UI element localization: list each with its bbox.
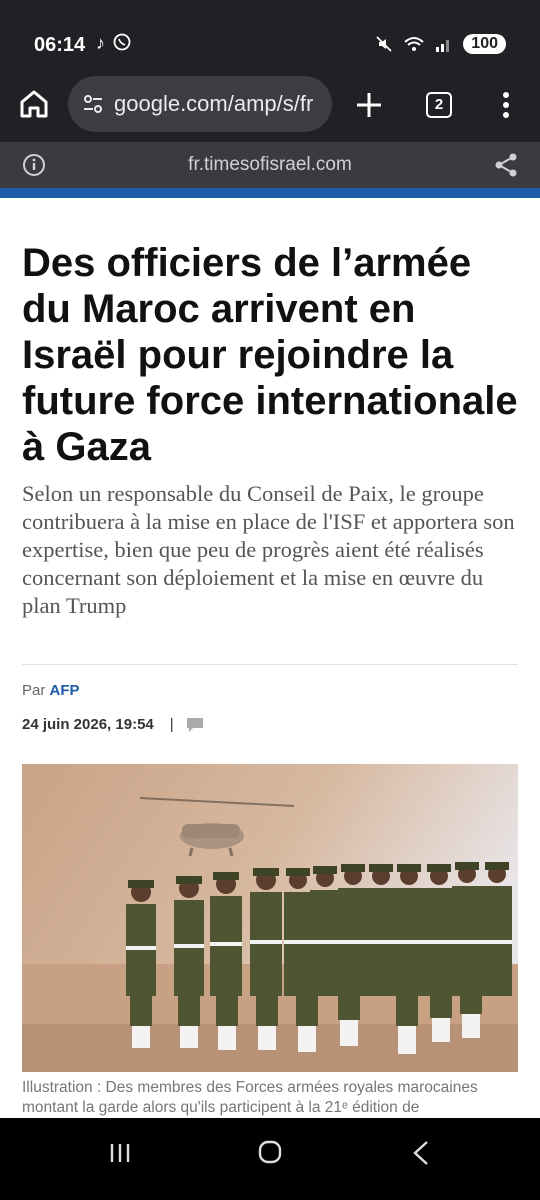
url-text[interactable]: google.com/amp/s/fr bbox=[114, 91, 326, 117]
comment-icon[interactable] bbox=[186, 717, 204, 733]
article: Des officiers de l’armée du Maroc arrive… bbox=[0, 198, 540, 1118]
home-nav-icon[interactable] bbox=[258, 1140, 282, 1164]
recents-icon[interactable] bbox=[108, 1142, 132, 1164]
article-photo bbox=[22, 764, 518, 1072]
battery-level: 100 bbox=[471, 35, 498, 52]
mute-icon bbox=[376, 36, 392, 52]
amp-header: fr.timesofisrael.com bbox=[0, 142, 540, 188]
amp-domain[interactable]: fr.timesofisrael.com bbox=[0, 154, 540, 176]
status-time: 06:14 bbox=[34, 34, 86, 56]
date-separator: | bbox=[169, 716, 174, 733]
tiktok-icon: ♪ bbox=[96, 33, 105, 53]
byline: Par AFP bbox=[22, 682, 80, 699]
article-headline: Des officiers de l’armée du Maroc arrive… bbox=[22, 241, 518, 469]
whatsapp-icon bbox=[113, 33, 131, 51]
browser-toolbar: google.com/amp/s/fr 2 bbox=[0, 68, 540, 142]
wifi-icon bbox=[404, 37, 424, 51]
byline-prefix: Par bbox=[22, 682, 46, 699]
navigation-bar bbox=[0, 1118, 540, 1200]
more-menu-icon[interactable] bbox=[496, 90, 516, 120]
signal-icon bbox=[436, 40, 450, 52]
status-bar: 06:14 ♪ 100 bbox=[0, 0, 540, 68]
new-tab-icon[interactable] bbox=[354, 90, 384, 120]
author-link[interactable]: AFP bbox=[50, 682, 80, 699]
address-bar[interactable]: google.com/amp/s/fr bbox=[68, 76, 332, 132]
tab-switcher-button[interactable]: 2 bbox=[426, 92, 452, 118]
photo-caption: Illustration : Des membres des Forces ar… bbox=[22, 1079, 478, 1116]
battery-icon: 100 bbox=[463, 34, 506, 54]
site-accent-bar bbox=[0, 188, 540, 198]
home-icon[interactable] bbox=[16, 86, 52, 122]
site-settings-icon[interactable] bbox=[82, 93, 104, 115]
dateline: 24 juin 2026, 19:54 | bbox=[22, 716, 204, 733]
divider bbox=[22, 664, 518, 665]
article-subtitle: Selon un responsable du Conseil de Paix,… bbox=[22, 481, 515, 618]
publish-date: 24 juin 2026, 19:54 bbox=[22, 716, 154, 733]
share-icon[interactable] bbox=[494, 152, 518, 178]
back-icon[interactable] bbox=[412, 1140, 430, 1166]
tab-count: 2 bbox=[434, 96, 444, 113]
